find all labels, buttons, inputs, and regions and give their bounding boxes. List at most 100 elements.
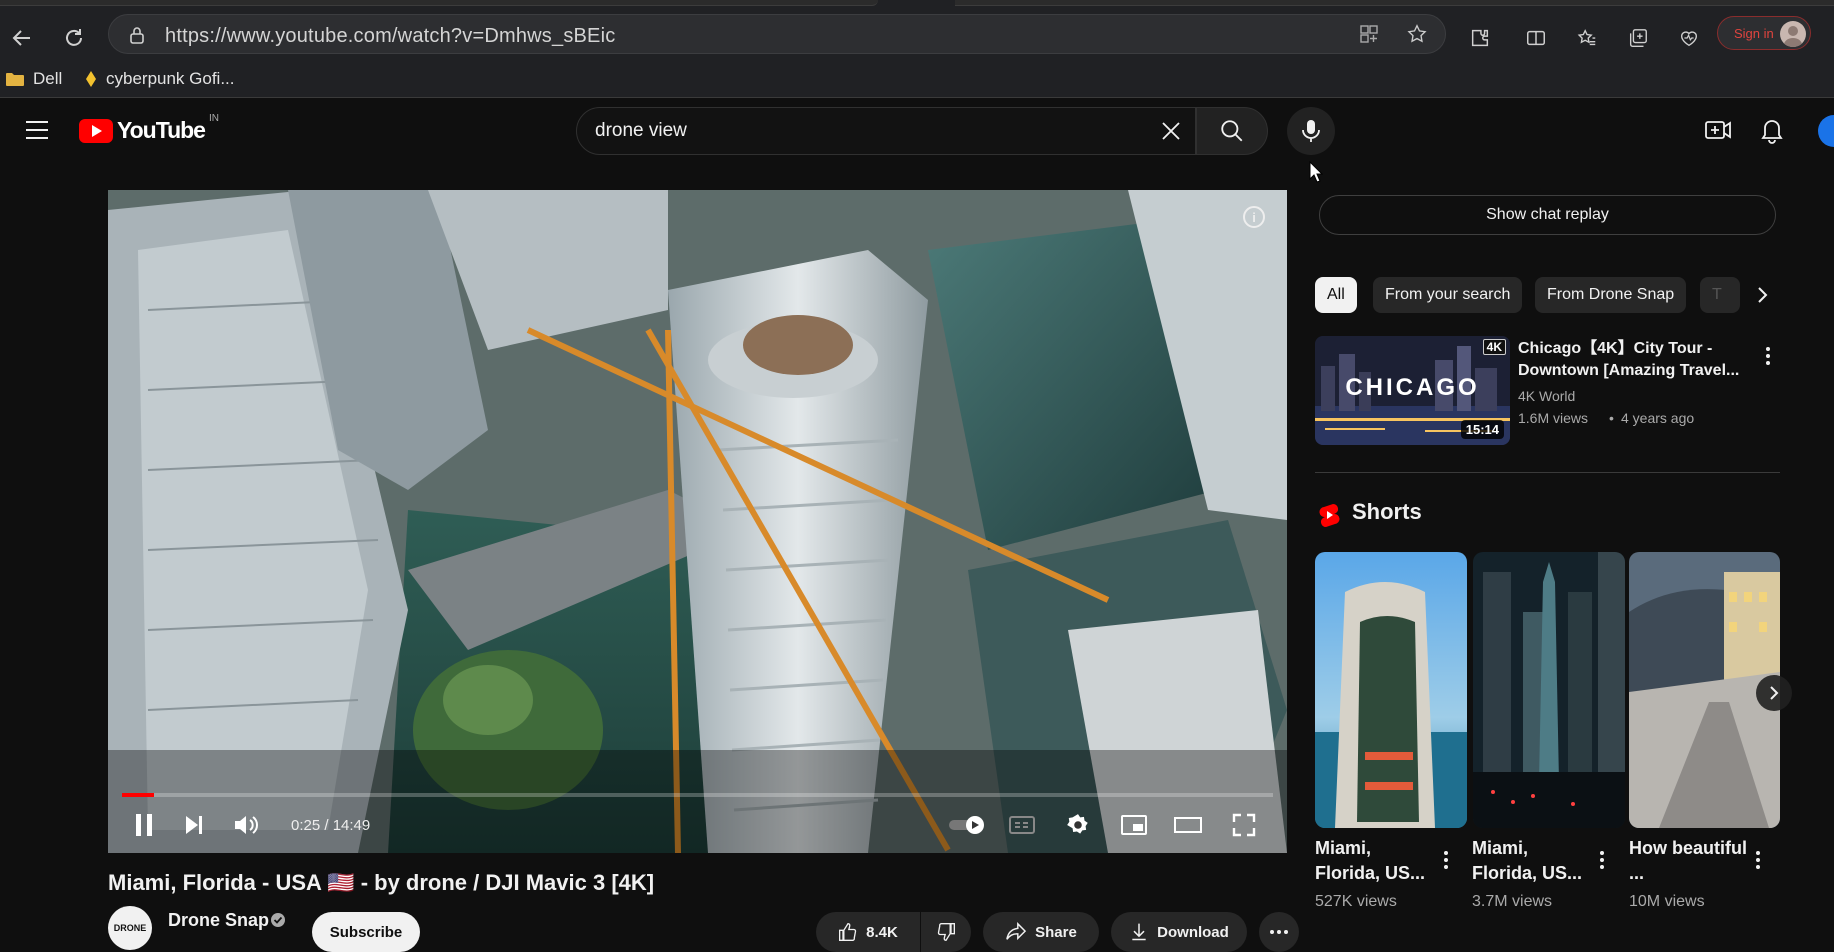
youtube-header: YouTube IN drone view [0, 99, 1834, 163]
browser-essentials-icon[interactable] [1671, 20, 1707, 56]
bookmark-label: cyberpunk Gofi... [106, 69, 235, 88]
autoplay-toggle[interactable] [942, 807, 992, 843]
search-button[interactable] [1196, 107, 1268, 155]
video-player[interactable]: i 0:25 / 14:49 [108, 190, 1287, 853]
short-thumbnail[interactable] [1315, 552, 1467, 828]
video-frame [108, 190, 1287, 853]
short-image [1315, 552, 1467, 828]
chip-label: T [1712, 286, 1722, 303]
short-more-button[interactable] [1748, 848, 1768, 872]
reload-icon[interactable] [56, 20, 92, 56]
chip-from-drone-snap[interactable]: From Drone Snap [1535, 277, 1687, 313]
browser-tab-active[interactable] [0, 0, 878, 6]
short-thumbnail[interactable] [1473, 552, 1625, 828]
search-input[interactable]: drone view [595, 120, 687, 142]
voice-search-button[interactable] [1287, 107, 1335, 155]
download-button[interactable]: Download [1111, 912, 1247, 952]
split-screen-icon[interactable] [1518, 20, 1554, 56]
volume-icon [233, 813, 259, 837]
subtitles-button[interactable] [1000, 807, 1044, 843]
folder-icon [5, 71, 25, 87]
clear-search-icon[interactable] [1159, 119, 1183, 143]
recommended-channel[interactable]: 4K World [1518, 388, 1575, 404]
more-vertical-icon [1444, 851, 1448, 869]
fullscreen-button[interactable] [1222, 807, 1266, 843]
next-button[interactable] [172, 807, 216, 843]
search-box[interactable]: drone view [576, 107, 1196, 155]
collections-icon[interactable] [1620, 20, 1656, 56]
menu-icon[interactable] [24, 119, 50, 141]
next-icon [183, 813, 205, 837]
video-duration: 15:14 [1460, 420, 1504, 439]
like-button[interactable]: 8.4K [816, 912, 920, 952]
bookmark-dell[interactable]: Dell [5, 67, 62, 91]
share-button[interactable]: Share [983, 912, 1099, 952]
browser-tab[interactable] [955, 0, 1834, 6]
favorite-star-icon[interactable] [1406, 23, 1428, 45]
channel-row: DRONE Drone Snap Subscribe 8.4K Share Do… [108, 906, 1299, 952]
miniplayer-button[interactable] [1112, 807, 1156, 843]
short-more-button[interactable] [1592, 848, 1612, 872]
short-views: 3.7M views [1472, 893, 1553, 910]
recommended-video[interactable]: CHICAGO 4K 15:14 Chicago【4K】City Tour - … [1315, 336, 1780, 446]
recommended-title[interactable]: Chicago【4K】City Tour - Downtown [Amazing… [1518, 338, 1743, 382]
chip-all[interactable]: All [1315, 277, 1357, 313]
bookmark-cyberpunk[interactable]: cyberpunk Gofi... [84, 67, 235, 91]
more-horizontal-icon [1269, 929, 1289, 935]
mouse-cursor-icon [1309, 161, 1323, 183]
extensions-icon[interactable] [1462, 20, 1498, 56]
chips-next-button[interactable] [1742, 277, 1782, 313]
shorts-next-button[interactable] [1756, 675, 1792, 711]
more-vertical-icon [1756, 851, 1760, 869]
theater-mode-button[interactable] [1166, 807, 1210, 843]
youtube-logo[interactable]: YouTube IN [79, 113, 219, 144]
pause-button[interactable] [122, 807, 166, 843]
search-icon [1219, 118, 1245, 144]
more-actions-button[interactable] [1259, 912, 1299, 952]
microphone-icon [1300, 119, 1322, 143]
create-video-icon[interactable] [1704, 117, 1732, 143]
short-title[interactable]: Miami, Florida, US... [1315, 836, 1435, 886]
theater-icon [1173, 815, 1203, 835]
fullscreen-icon [1232, 813, 1256, 837]
channel-avatar[interactable]: DRONE [108, 906, 152, 950]
more-vertical-icon [1765, 346, 1771, 366]
url-text[interactable]: https://www.youtube.com/watch?v=Dmhws_sB… [165, 25, 615, 48]
chip-label: All [1327, 286, 1345, 303]
short-more-button[interactable] [1436, 848, 1456, 872]
chip-from-your-search[interactable]: From your search [1373, 277, 1523, 313]
dislike-button[interactable] [921, 912, 971, 952]
show-chat-replay-button[interactable]: Show chat replay [1319, 195, 1776, 235]
chevron-right-icon [1756, 286, 1768, 304]
short-title[interactable]: How beautiful ... [1629, 836, 1749, 886]
chat-replay-label: Show chat replay [1486, 206, 1609, 223]
subscribe-button[interactable]: Subscribe [312, 912, 420, 952]
chip-partial[interactable]: T [1700, 277, 1740, 313]
short-title[interactable]: Miami, Florida, US... [1472, 836, 1592, 886]
lock-icon[interactable] [129, 26, 145, 44]
share-icon [1005, 922, 1027, 942]
channel-name[interactable]: Drone Snap [168, 910, 269, 931]
recommended-more-button[interactable] [1758, 344, 1778, 368]
profile-label: Sign in [1734, 26, 1774, 41]
quality-badge: 4K [1482, 339, 1506, 355]
profile-button[interactable]: Sign in [1717, 16, 1811, 50]
recommended-age: 4 years ago [1621, 410, 1695, 426]
settings-button[interactable] [1056, 807, 1100, 843]
time-display: 0:25 / 14:49 [291, 817, 371, 834]
mute-button[interactable] [224, 807, 268, 843]
pause-icon [133, 812, 155, 838]
account-avatar[interactable] [1818, 115, 1834, 147]
notifications-bell-icon[interactable] [1760, 116, 1784, 144]
back-icon[interactable] [4, 20, 40, 56]
recommended-views: 1.6M views [1518, 410, 1589, 426]
thumbnail-text: CHICAGO [1345, 374, 1480, 401]
apps-icon[interactable] [1359, 24, 1379, 44]
info-card-icon[interactable]: i [1243, 206, 1265, 228]
short-views: 10M views [1629, 893, 1705, 910]
progress-bar[interactable] [122, 793, 1273, 797]
favorites-icon[interactable] [1569, 20, 1605, 56]
address-bar[interactable]: https://www.youtube.com/watch?v=Dmhws_sB… [108, 14, 1446, 54]
recommended-thumbnail[interactable]: CHICAGO 4K 15:14 [1315, 336, 1510, 445]
download-icon [1129, 922, 1149, 942]
